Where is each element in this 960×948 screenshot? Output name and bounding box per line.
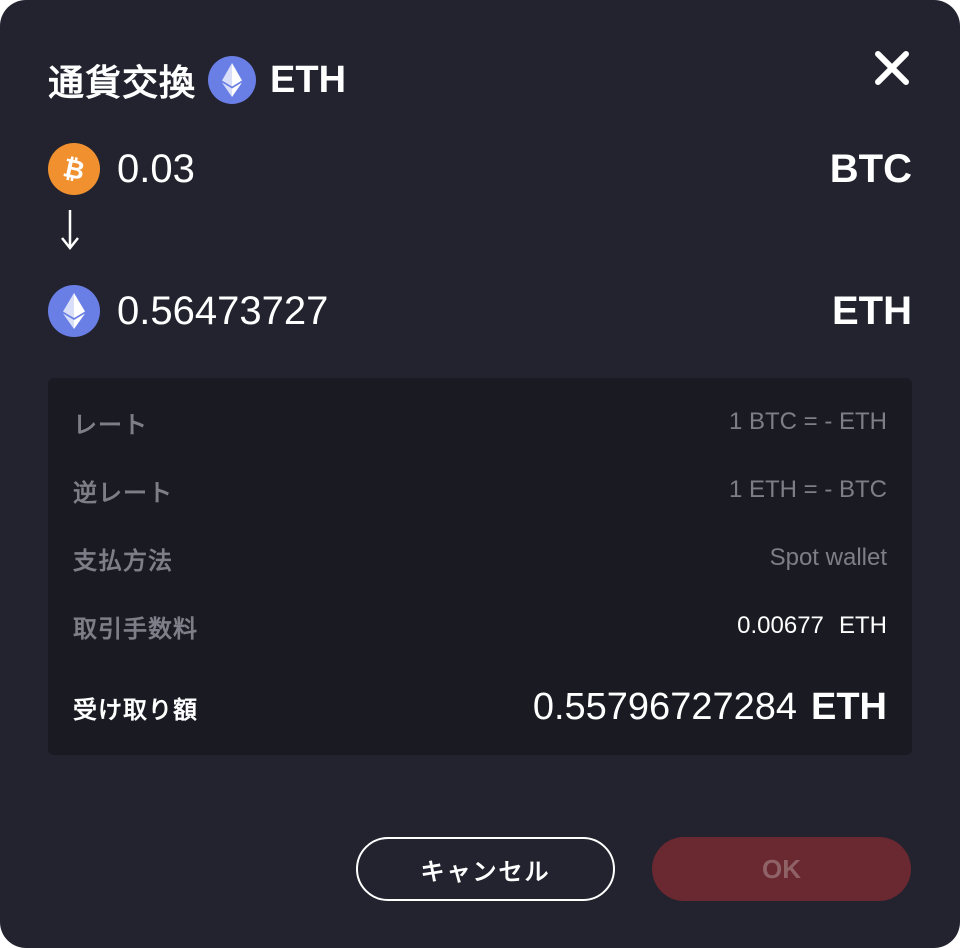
ethereum-icon <box>208 56 257 104</box>
ok-button[interactable]: OK <box>652 837 911 901</box>
rate-row: レート 1 BTC = - ETH <box>73 404 887 440</box>
fee-value: 0.00677 <box>737 612 824 639</box>
receive-amount-unit: ETH <box>811 685 887 728</box>
inverse-rate-value: 1 ETH = - BTC <box>728 476 887 503</box>
exchange-dialog: 通貨交換 ETH ₿ 0.03 BTC 0.56473727 ETH レート 1… <box>0 0 960 948</box>
from-amount: 0.03 <box>117 146 195 191</box>
rate-label: レート <box>73 410 148 439</box>
fee-label: 取引手数料 <box>73 614 198 643</box>
payment-method-value: Spot wallet <box>769 544 887 571</box>
receive-amount-label: 受け取り額 <box>73 695 198 724</box>
dialog-title: 通貨交換 <box>48 63 197 104</box>
from-unit: BTC <box>829 146 912 191</box>
from-amount-row: ₿ 0.03 BTC <box>48 141 912 197</box>
receive-amount-row: 受け取り額 0.55796727284 ETH <box>73 682 887 732</box>
fee-amount-group: 0.00677 ETH <box>737 612 887 640</box>
cancel-button[interactable]: キャンセル <box>356 837 615 901</box>
bitcoin-icon: ₿ <box>48 143 100 195</box>
dialog-title-coin: ETH <box>270 58 347 101</box>
exchange-info-panel: レート 1 BTC = - ETH 逆レート 1 ETH = - BTC 支払方… <box>48 378 912 755</box>
inverse-rate-row: 逆レート 1 ETH = - BTC <box>73 472 887 508</box>
to-amount-row: 0.56473727 ETH <box>48 283 912 339</box>
to-amount: 0.56473727 <box>117 288 329 333</box>
fee-row: 取引手数料 0.00677 ETH <box>73 608 887 644</box>
inverse-rate-label: 逆レート <box>73 478 173 507</box>
close-icon[interactable] <box>874 50 910 86</box>
rate-value: 1 BTC = - ETH <box>728 408 887 435</box>
to-unit: ETH <box>832 288 912 333</box>
payment-method-label: 支払方法 <box>73 546 173 575</box>
dialog-title-row: 通貨交換 ETH <box>48 52 346 108</box>
fee-unit: ETH <box>839 612 887 639</box>
ethereum-icon <box>48 285 100 337</box>
receive-amount-group: 0.55796727284 ETH <box>533 686 887 729</box>
payment-method-row: 支払方法 Spot wallet <box>73 540 887 576</box>
arrow-down-icon <box>61 210 79 251</box>
receive-amount-value: 0.55796727284 <box>532 685 797 728</box>
